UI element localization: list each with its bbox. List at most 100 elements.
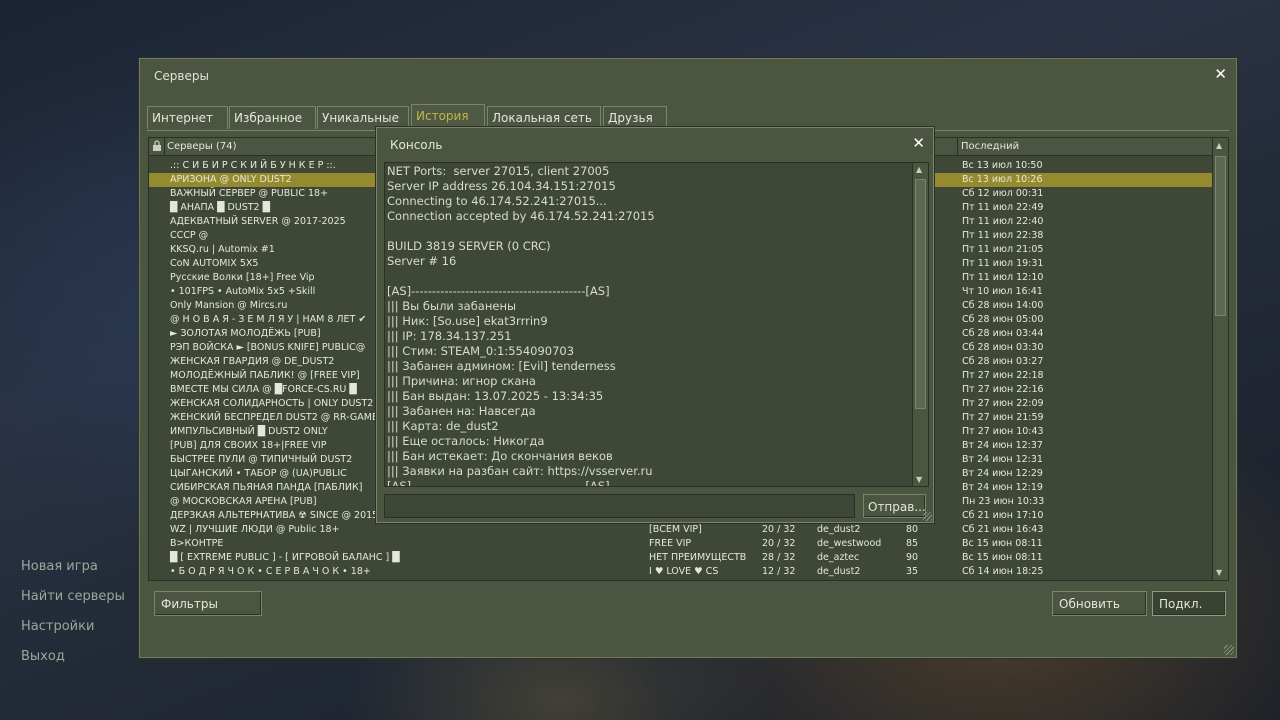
server-name: @ Н О В А Я - З Е М Л Я У | НАМ 8 ЛЕТ ✔	[170, 314, 367, 325]
server-last-played: Вт 24 июн 12:29	[962, 468, 1043, 479]
scroll-up-icon[interactable]: ▲	[1216, 141, 1222, 150]
table-row[interactable]: В>КОНТРЕ FREE VIP 20 / 32 de_westwood 85 Вс 1…	[149, 537, 1213, 551]
menu-exit[interactable]: Выход	[21, 649, 125, 679]
console-scrollbar[interactable]: ▲ ▼	[912, 163, 928, 486]
console-title: Консоль	[390, 138, 443, 152]
server-last-played: Вс 15 июн 08:11	[962, 552, 1043, 563]
table-row[interactable]: • Б О Д Р Я Ч О К • С Е Р В А Ч О К • 18…	[149, 565, 1213, 579]
close-icon[interactable]: ✕	[1214, 65, 1227, 83]
console-line: Server IP address 26.104.34.151:27015	[387, 179, 616, 193]
server-name: ИМПУЛЬСИВНЫЙ █ DUST2 ONLY	[170, 426, 328, 437]
console-scroll-thumb[interactable]	[915, 179, 926, 409]
server-latency: 35	[906, 566, 919, 577]
server-last-played: Чт 10 июл 16:41	[962, 286, 1043, 297]
table-row[interactable]: █ [ EXTREME PUBLIC ] - [ ИГРОВОЙ БАЛАНС …	[149, 551, 1213, 565]
server-last-played: Сб 21 июн 16:43	[962, 524, 1044, 535]
server-last-played: Пт 11 июл 12:10	[962, 272, 1044, 283]
console-scroll-up-icon[interactable]: ▲	[916, 165, 922, 174]
server-name: █ [ EXTREME PUBLIC ] - [ ИГРОВОЙ БАЛАНС …	[170, 552, 400, 563]
server-last-played: Пт 27 июн 22:09	[962, 398, 1044, 409]
console-line: ||| Бан истекает: До скончания веков	[387, 449, 613, 463]
server-name: .:: С И Б И Р С К И Й Б У Н К Е Р ::.	[170, 160, 336, 171]
tab-favorites[interactable]: Избранное	[229, 106, 316, 129]
server-name: Only Mansion @ Mircs.ru	[170, 300, 288, 311]
console-line: ||| Заявки на разбан сайт: https://vsser…	[387, 464, 653, 478]
console-resize-grip-icon[interactable]	[923, 512, 932, 521]
server-name: ЦЫГАНСКИЙ • ТАБОР @ (UA)PUBLIC	[170, 468, 347, 479]
server-map: de_dust2	[817, 524, 861, 535]
server-name: @ МОСКОВСКАЯ АРЕНА [PUB]	[170, 496, 317, 507]
server-latency: 85	[906, 538, 919, 549]
server-last-played: Пт 11 июл 19:31	[962, 258, 1044, 269]
main-menu: Новая игра Найти серверы Настройки Выход	[21, 559, 125, 679]
server-last-played: Пт 27 июн 10:43	[962, 426, 1044, 437]
server-name: • Б О Д Р Я Ч О К • С Е Р В А Ч О К • 18…	[170, 566, 371, 577]
console-line: ||| Забанен на: Навсегда	[387, 404, 536, 418]
tab-unique[interactable]: Уникальные	[317, 106, 409, 129]
tab-friends[interactable]: Друзья	[603, 106, 667, 129]
server-name: ЖЕНСКАЯ ГВАРДИЯ @ DE_DUST2	[170, 356, 335, 367]
server-game-tag: FREE VIP	[649, 538, 692, 549]
scroll-down-icon[interactable]: ▼	[1216, 568, 1222, 577]
console-line: Connection accepted by 46.174.52.241:270…	[387, 209, 655, 223]
server-latency: 90	[906, 552, 919, 563]
console-line: ||| Ник: [So.use] ekat3rrrin9	[387, 314, 548, 328]
tab-internet[interactable]: Интернет	[147, 106, 228, 129]
scroll-thumb[interactable]	[1215, 156, 1226, 316]
console-line: ||| IP: 178.34.137.251	[387, 329, 512, 343]
console-line: BUILD 3819 SERVER (0 CRC)	[387, 239, 551, 253]
server-name: [PUB] ДЛЯ СВОИХ 18+|FREE VIP	[170, 440, 327, 451]
console-line: Server # 16	[387, 254, 457, 268]
menu-new-game[interactable]: Новая игра	[21, 559, 125, 589]
server-map: de_dust2	[817, 566, 861, 577]
tab-lan[interactable]: Локальная сеть	[487, 106, 601, 129]
console-close-icon[interactable]: ✕	[912, 134, 925, 152]
server-last-played: Вс 15 июн 08:11	[962, 538, 1043, 549]
resize-grip-icon[interactable]	[1224, 645, 1234, 655]
server-name: ДЕРЗКАЯ АЛЬТЕРНАТИВА ☢ SINCE @ 2015	[170, 510, 379, 521]
menu-settings[interactable]: Настройки	[21, 619, 125, 649]
list-scrollbar[interactable]: ▲ ▼	[1212, 138, 1228, 580]
console-line: [AS]------------------------------------…	[387, 479, 610, 487]
connect-button[interactable]: Подкл.	[1152, 591, 1226, 616]
refresh-button[interactable]: Обновить	[1052, 591, 1147, 616]
server-last-played: Пт 11 июл 22:49	[962, 202, 1044, 213]
server-last-played: Вт 24 июн 12:37	[962, 440, 1043, 451]
console-send-button[interactable]: Отправ...	[863, 494, 926, 518]
server-players: 20 / 32	[762, 524, 796, 535]
server-last-played: Сб 28 июн 03:44	[962, 328, 1044, 339]
server-last-played: Сб 28 июн 14:00	[962, 300, 1044, 311]
server-players: 12 / 32	[762, 566, 796, 577]
console-line: NET Ports: server 27015, client 27005	[387, 164, 610, 178]
server-last-played: Сб 21 июн 17:10	[962, 510, 1044, 521]
server-name: █ АНАПА █ DUST2 █	[170, 202, 270, 213]
header-servers[interactable]: Серверы (74)	[167, 141, 236, 152]
console-line: ||| Причина: игнор скана	[387, 374, 536, 388]
server-last-played: Сб 28 июн 05:00	[962, 314, 1044, 325]
header-separator	[164, 138, 165, 156]
server-last-played: Сб 14 июн 18:25	[962, 566, 1044, 577]
server-last-played: Вс 13 июл 10:26	[962, 174, 1043, 185]
server-name: ВАЖНЫЙ СЕРВЕР @ PUBLIC 18+	[170, 188, 329, 199]
header-last-played[interactable]: Последний	[957, 138, 1214, 156]
server-last-played: Вт 24 июн 12:31	[962, 454, 1043, 465]
console-line: ||| Карта: de_dust2	[387, 419, 499, 433]
server-name: АРИЗОНА @ ONLY DUST2	[170, 174, 292, 185]
tab-history[interactable]: История	[411, 104, 485, 129]
server-map: de_westwood	[817, 538, 882, 549]
console-scroll-down-icon[interactable]: ▼	[916, 475, 922, 484]
server-name: МОЛОДЁЖНЫЙ ПАБЛИК! @ [FREE VIP]	[170, 370, 360, 381]
console-input[interactable]	[384, 494, 855, 518]
table-row[interactable]: WZ | ЛУЧШИЕ ЛЮДИ @ Public 18+ [ВСЕМ VIP] 2…	[149, 523, 1213, 537]
menu-find-servers[interactable]: Найти серверы	[21, 589, 125, 619]
filters-button[interactable]: Фильтры	[154, 591, 262, 616]
server-last-played: Пт 27 июн 21:59	[962, 412, 1044, 423]
server-name: АДЕКВАТНЫЙ SERVER @ 2017-2025	[170, 216, 346, 227]
server-name: БЫСТРЕЕ ПУЛИ @ ТИПИЧНЫЙ DUST2	[170, 454, 353, 465]
server-last-played: Пт 27 июн 22:18	[962, 370, 1044, 381]
server-last-played: Пт 27 июн 22:16	[962, 384, 1044, 395]
console-line: ||| Вы были забанены	[387, 299, 517, 313]
lock-icon[interactable]	[152, 140, 162, 152]
window-title: Серверы	[154, 69, 209, 83]
